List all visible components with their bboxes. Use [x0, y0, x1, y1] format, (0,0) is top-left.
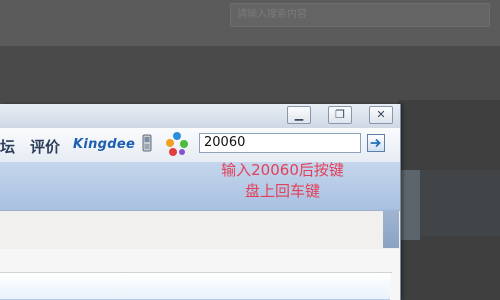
number-input[interactable]: 20060: [199, 133, 361, 153]
phone-icon[interactable]: [142, 134, 152, 152]
instruction-line-1: 输入20060后按键: [221, 161, 344, 179]
restore-button[interactable]: ❐: [328, 106, 352, 124]
background-search-input: 请输入搜索内容: [230, 3, 490, 27]
background-stripe-dark: [420, 170, 500, 236]
review-link[interactable]: 评价: [30, 136, 60, 157]
background-stripe: [400, 170, 420, 240]
list-row[interactable]: [0, 273, 390, 300]
lower-content-area: [0, 249, 400, 300]
window-titlebar: ▁ ❐ ✕: [0, 104, 400, 129]
instruction-text: 输入20060后按键 盘上回车键: [200, 160, 365, 202]
minimize-button[interactable]: ▁: [287, 106, 311, 124]
content-panel: [0, 210, 400, 250]
pinwheel-logo-icon[interactable]: [165, 131, 189, 157]
close-button[interactable]: ✕: [369, 106, 393, 124]
forum-link[interactable]: 坛: [0, 136, 15, 157]
toolbar: 坛 评价 Kingdee 20060: [0, 128, 400, 162]
kingdee-brand-link[interactable]: Kingdee: [73, 137, 135, 152]
dialog-window: ▁ ❐ ✕ 坛 评价 Kingdee 20060 输入20060后按键 盘上回车…: [0, 104, 401, 300]
panel-scroll-edge: [383, 210, 399, 248]
instruction-line-2: 盘上回车键: [244, 182, 320, 200]
arrow-right-icon[interactable]: [367, 134, 385, 152]
